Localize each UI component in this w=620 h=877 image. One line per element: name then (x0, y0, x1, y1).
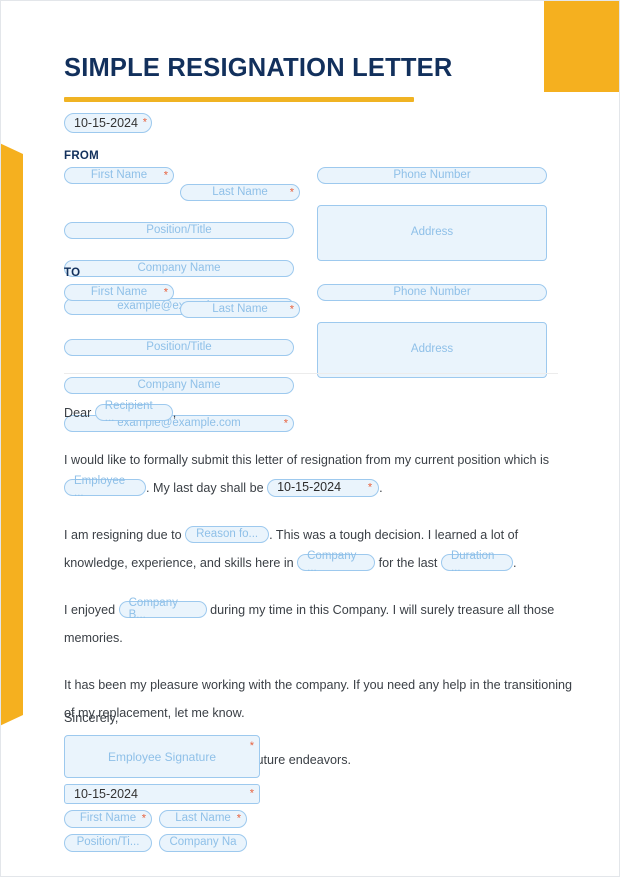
p1-text-3: . (379, 481, 383, 495)
salutation-prefix: Dear (64, 406, 92, 420)
from-position-title-input[interactable]: Position/Title (64, 222, 294, 239)
resignation-paragraph-3: I enjoyed Company B... during my time in… (64, 596, 579, 652)
from-phone-number-input[interactable]: Phone Number (317, 167, 547, 184)
reason-for-leaving-input[interactable]: Reason fo... (185, 526, 270, 544)
to-address-input[interactable]: Address (317, 322, 547, 378)
from-last-name-input[interactable]: Last Name * (180, 184, 300, 201)
from-right-column: Phone Number Address (317, 167, 547, 261)
page-title: SIMPLE RESIGNATION LETTER (64, 54, 453, 82)
company-benefits-input[interactable]: Company B... (118, 597, 207, 620)
duration-input[interactable]: Duration ... (440, 550, 513, 573)
from-address-placeholder: Address (410, 226, 454, 239)
employee-signature-input[interactable]: Employee Signature * (64, 735, 260, 778)
to-last-name-input[interactable]: Last Name * (180, 301, 300, 318)
p3-text-1: I enjoyed (64, 603, 116, 617)
p1-text-2: . My last day shall be (146, 481, 264, 495)
to-position-title-input[interactable]: Position/Title (64, 339, 294, 356)
signature-date-field[interactable]: 10-15-2024 * (64, 784, 260, 804)
employee-signature-placeholder: Employee Signature (107, 749, 217, 764)
to-first-name-placeholder: First Name (90, 285, 148, 298)
required-asterisk: * (367, 481, 373, 494)
signature-name-row: First Name * Last Name * (64, 810, 260, 828)
to-company-name-input[interactable]: Company Name (64, 377, 294, 394)
last-day-date-input[interactable]: 10-15-2024 * (267, 478, 380, 497)
from-first-name-placeholder: First Name (90, 168, 148, 181)
from-phone-number-placeholder: Phone Number (393, 168, 471, 181)
required-asterisk: * (249, 740, 254, 752)
to-right-column: Phone Number Address (317, 284, 547, 378)
to-phone-number-placeholder: Phone Number (393, 285, 471, 298)
required-asterisk: * (249, 787, 254, 800)
last-day-date-value: 10-15-2024 (277, 480, 342, 495)
to-left-column: First Name * Last Name * Position/Title … (64, 284, 300, 432)
p2-text-3: for the last (378, 556, 438, 570)
signature-detail-row: Position/Ti... Company Na (64, 834, 260, 852)
resignation-letter-page: SIMPLE RESIGNATION LETTER 10-15-2024 * F… (0, 0, 620, 877)
from-last-name-placeholder: Last Name (212, 185, 268, 198)
to-position-title-placeholder: Position/Title (146, 340, 212, 353)
to-phone-number-input[interactable]: Phone Number (317, 284, 547, 301)
from-section-label: FROM (64, 150, 100, 162)
resignation-paragraph-2: I am resigning due to Reason fo.... This… (64, 521, 579, 577)
required-asterisk: * (289, 186, 294, 198)
title-underline-rule (64, 97, 414, 102)
letter-date-field[interactable]: 10-15-2024 * (64, 113, 152, 133)
signature-company-name-placeholder: Company Na (169, 836, 237, 849)
from-company-name-input[interactable]: Company Name (64, 260, 294, 277)
from-address-input[interactable]: Address (317, 205, 547, 261)
company-name-inline-input[interactable]: Company ... (297, 550, 376, 573)
signature-date-value: 10-15-2024 (74, 786, 138, 801)
section-divider (64, 373, 558, 374)
to-section: First Name * Last Name * Position/Title … (64, 284, 558, 432)
from-left-column: First Name * Last Name * Position/Title … (64, 167, 300, 315)
signature-position-title-placeholder: Position/Ti... (76, 836, 140, 849)
from-position-title-placeholder: Position/Title (146, 223, 212, 236)
signature-last-name-placeholder: Last Name (175, 812, 231, 825)
recipient-name-input[interactable]: Recipient ... (94, 400, 173, 423)
to-address-placeholder: Address (410, 343, 454, 356)
resignation-paragraph-1: I would like to formally submit this let… (64, 446, 579, 502)
p2-text-1: I am resigning due to (64, 528, 182, 542)
from-first-name-input[interactable]: First Name * (64, 167, 174, 184)
signature-first-name-input[interactable]: First Name * (64, 810, 152, 828)
closing-text: Sincerely, (64, 711, 119, 725)
salutation-paragraph: Dear Recipient ..., (64, 399, 579, 427)
to-last-name-placeholder: Last Name (212, 302, 268, 315)
required-asterisk: * (289, 303, 294, 315)
letter-date-value: 10-15-2024 (74, 115, 138, 130)
required-asterisk: * (163, 169, 168, 181)
signature-company-name-input[interactable]: Company Na (159, 834, 247, 852)
to-first-name-input[interactable]: First Name * (64, 284, 174, 301)
required-asterisk: * (141, 812, 146, 825)
p2-text-4: . (512, 556, 517, 570)
decorative-yellow-strip-left (0, 140, 23, 729)
signature-block: Sincerely, Employee Signature * 10-15-20… (64, 711, 260, 852)
signature-last-name-input[interactable]: Last Name * (159, 810, 247, 828)
from-company-name-placeholder: Company Name (137, 261, 221, 274)
salutation-comma: , (172, 406, 177, 420)
to-section-label: TO (64, 267, 81, 279)
decorative-yellow-block-top-right (544, 1, 619, 92)
signature-first-name-placeholder: First Name (79, 812, 137, 825)
required-asterisk: * (142, 116, 147, 129)
p1-text-1: I would like to formally submit this let… (64, 453, 550, 467)
employee-position-input[interactable]: Employee ... (64, 475, 146, 498)
from-section: First Name * Last Name * Position/Title … (64, 167, 558, 315)
to-company-name-placeholder: Company Name (137, 378, 221, 391)
required-asterisk: * (163, 286, 168, 298)
required-asterisk: * (236, 812, 241, 825)
signature-position-title-input[interactable]: Position/Ti... (64, 834, 152, 852)
